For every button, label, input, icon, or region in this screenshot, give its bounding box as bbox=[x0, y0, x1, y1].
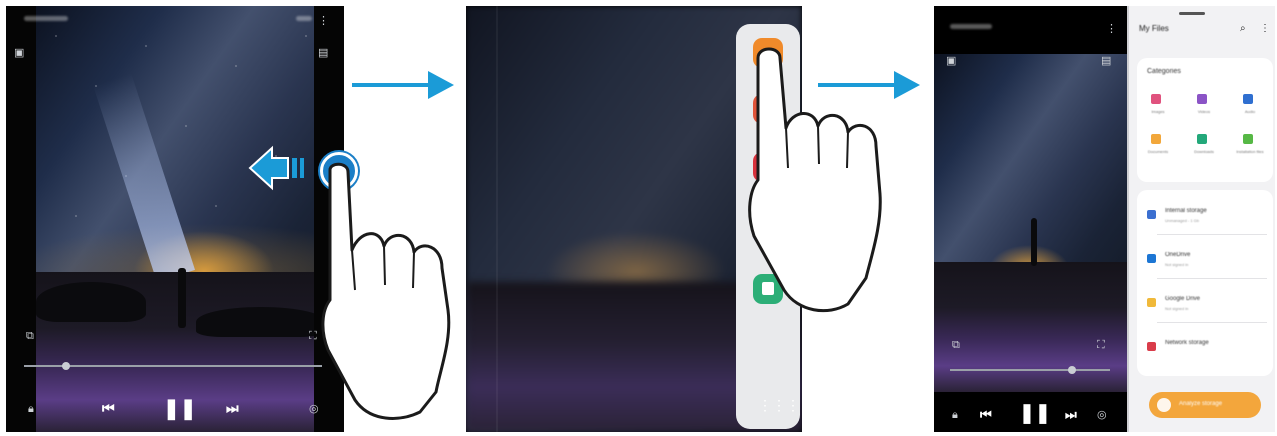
lock-icon[interactable]: 🔒︎ bbox=[28, 404, 34, 415]
video-player-screen-1: ⋮ ▣ ▤ ⧉ ⛶ 🔒︎ ⏮︎ ❚❚ ⏭︎ ◎ bbox=[6, 6, 344, 432]
ground bbox=[934, 262, 1127, 392]
storage-name[interactable]: OneDrive bbox=[1165, 252, 1190, 258]
rotate-icon[interactable]: ◎ bbox=[1097, 410, 1107, 421]
ratio-icon[interactable]: ⛶ bbox=[1097, 340, 1105, 351]
divider bbox=[496, 6, 498, 432]
capture-icon[interactable]: ▣ bbox=[946, 56, 956, 67]
storage-name[interactable]: Network storage bbox=[1165, 340, 1209, 346]
storage-name[interactable]: Google Drive bbox=[1165, 296, 1200, 302]
seek-thumb[interactable] bbox=[62, 362, 70, 370]
seek-bar[interactable] bbox=[950, 369, 1110, 371]
person-silhouette bbox=[1031, 218, 1037, 266]
lock-icon[interactable]: 🔒︎ bbox=[952, 410, 958, 421]
storage-subtitle: Unmanaged - 1 Gb bbox=[1165, 218, 1200, 223]
divider bbox=[1157, 234, 1267, 235]
category-label[interactable]: Videos bbox=[1189, 109, 1219, 114]
audio-icon[interactable] bbox=[1243, 94, 1253, 104]
pip-icon[interactable]: ⧉ bbox=[952, 340, 960, 351]
magnifier-icon bbox=[1157, 398, 1171, 412]
person-silhouette bbox=[178, 268, 186, 328]
search-icon[interactable]: ⌕ bbox=[1240, 23, 1246, 34]
image-icon[interactable] bbox=[1151, 94, 1161, 104]
categories-heading: Categories bbox=[1147, 68, 1181, 75]
pip-icon[interactable]: ⧉ bbox=[26, 331, 34, 342]
video-title bbox=[24, 16, 68, 21]
window-handle[interactable] bbox=[1179, 12, 1205, 15]
storage-subtitle: Not signed in bbox=[1165, 262, 1189, 267]
drive-icon bbox=[1147, 298, 1156, 307]
category-label[interactable]: Downloads bbox=[1189, 149, 1219, 154]
analyze-storage-button[interactable]: Analyze storage bbox=[1149, 392, 1261, 418]
step-arrow-1 bbox=[352, 83, 432, 87]
step-arrow-2 bbox=[818, 83, 898, 87]
video-title bbox=[950, 24, 992, 29]
video-time bbox=[296, 16, 312, 21]
step-arrow-2-head bbox=[894, 71, 920, 99]
step-arrow-1-head bbox=[428, 71, 454, 99]
more-options-icon[interactable]: ⋮ bbox=[1260, 23, 1270, 34]
divider bbox=[1157, 278, 1267, 279]
popup-icon[interactable]: ▤ bbox=[318, 48, 328, 59]
my-files-window: My Files ⌕ ⋮ Categories Images Videos Audi… bbox=[1129, 6, 1275, 432]
storage-card: Internal storage Unmanaged - 1 Gb OneDrive… bbox=[1137, 190, 1273, 376]
pause-icon[interactable]: ❚❚ bbox=[1019, 402, 1051, 425]
split-screen: ⋮ ▣ ▤ ⧉ ⛶ 🔒︎ ⏮︎ ❚❚ ⏭︎ ◎ My Files ⌕ ⋮ Cat… bbox=[934, 6, 1275, 432]
storage-subtitle: Not signed in bbox=[1165, 306, 1189, 311]
phone-icon bbox=[1147, 210, 1156, 219]
rewind-icon[interactable]: ⏮︎ bbox=[980, 407, 992, 423]
popup-icon[interactable]: ▤ bbox=[1101, 56, 1111, 67]
more-options-icon[interactable]: ⋮ bbox=[1106, 24, 1117, 35]
swipe-left-arrow-icon bbox=[248, 145, 304, 191]
left-letterbox bbox=[6, 6, 36, 432]
all-apps-icon[interactable]: ⋮⋮⋮ bbox=[758, 397, 800, 414]
forward-icon[interactable]: ⏭︎ bbox=[1065, 407, 1077, 423]
rewind-icon[interactable]: ⏮︎ bbox=[102, 400, 115, 417]
divider bbox=[1157, 322, 1267, 323]
network-icon bbox=[1147, 342, 1156, 351]
my-files-title: My Files bbox=[1139, 24, 1169, 33]
pointing-hand-icon bbox=[321, 162, 451, 420]
video-icon[interactable] bbox=[1197, 94, 1207, 104]
download-icon[interactable] bbox=[1197, 134, 1207, 144]
category-label[interactable]: Installation files bbox=[1235, 149, 1265, 154]
category-label[interactable]: Audio bbox=[1235, 109, 1265, 114]
seek-thumb[interactable] bbox=[1068, 366, 1076, 374]
capture-icon[interactable]: ▣ bbox=[14, 48, 24, 59]
cloud-icon bbox=[1147, 254, 1156, 263]
forward-icon[interactable]: ⏭︎ bbox=[226, 400, 239, 417]
document-icon[interactable] bbox=[1151, 134, 1161, 144]
category-label[interactable]: Documents bbox=[1143, 149, 1173, 154]
storage-name[interactable]: Internal storage bbox=[1165, 208, 1207, 214]
apk-icon[interactable] bbox=[1243, 134, 1253, 144]
categories-card: Categories Images Videos Audio Documents Dow… bbox=[1137, 58, 1273, 182]
pause-icon[interactable]: ❚❚ bbox=[163, 396, 197, 421]
category-label[interactable]: Images bbox=[1143, 109, 1173, 114]
video-player-window: ⋮ ▣ ▤ ⧉ ⛶ 🔒︎ ⏮︎ ❚❚ ⏭︎ ◎ bbox=[934, 6, 1127, 432]
analyze-storage-label: Analyze storage bbox=[1179, 401, 1223, 407]
more-options-icon[interactable]: ⋮ bbox=[318, 16, 329, 27]
rock bbox=[36, 282, 146, 322]
